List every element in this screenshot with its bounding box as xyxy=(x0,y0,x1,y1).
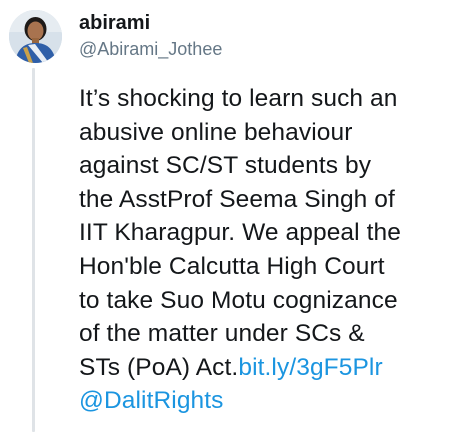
avatar[interactable] xyxy=(9,10,62,63)
tweet-text-line: abusive online behaviour xyxy=(79,118,353,146)
tweet-text-line: to take Suo Motu cognizance xyxy=(79,286,398,314)
tweet-text-line: against SC/ST students by xyxy=(79,152,372,180)
tweet-link[interactable]: bit.ly/3gF5Plr xyxy=(238,354,382,381)
tweet-text: It’s shocking to learn such an abusive o… xyxy=(79,82,457,418)
tweet-mention-line: @DalitRights xyxy=(79,384,457,418)
tweet-mention-link[interactable]: @DalitRights xyxy=(79,387,224,414)
avatar-photo-icon xyxy=(9,10,62,63)
tweet-header: abirami @Abirami_Jothee xyxy=(79,12,222,60)
tweet-card: abirami @Abirami_Jothee It’s shocking to… xyxy=(0,0,460,432)
tweet-text-line: of the matter under SCs & xyxy=(79,320,365,348)
author-display-name[interactable]: abirami xyxy=(79,12,222,34)
thread-connector-line xyxy=(32,68,35,432)
tweet-text-fragment: STs (PoA) Act. xyxy=(79,353,239,381)
author-handle[interactable]: @Abirami_Jothee xyxy=(79,38,222,60)
tweet-text-line: It’s shocking to learn such an xyxy=(79,85,398,112)
tweet-text-line: the AsstProf Seema Singh of xyxy=(79,185,395,213)
tweet-text-line: Hon'ble Calcutta High Court xyxy=(79,252,385,280)
tweet-text-line: IIT Kharagpur. We appeal the xyxy=(79,219,401,247)
tweet-text-line-with-link: STs (PoA) Act.bit.ly/3gF5Plr xyxy=(79,351,457,385)
